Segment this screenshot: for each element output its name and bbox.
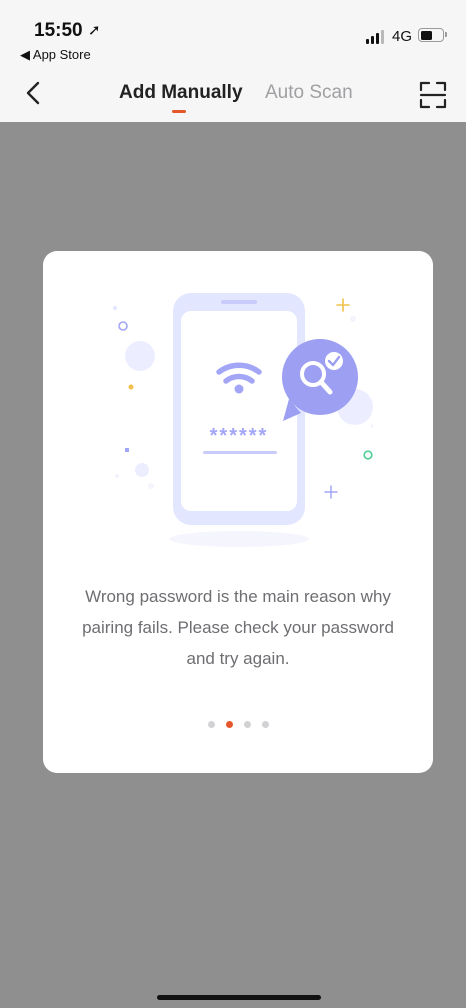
tab-auto-scan[interactable]: Auto Scan bbox=[265, 82, 353, 104]
page-dot[interactable] bbox=[207, 721, 215, 728]
signal-icon bbox=[366, 30, 384, 44]
page-indicator bbox=[43, 721, 433, 728]
nav-bar: Add Manually Auto Scan bbox=[0, 70, 466, 122]
password-mask: ****** bbox=[210, 425, 269, 447]
tip-message: Wrong password is the main reason why pa… bbox=[82, 587, 394, 668]
chevron-left-icon[interactable] bbox=[18, 78, 48, 108]
scan-frame-icon[interactable] bbox=[418, 80, 448, 110]
page-dot-active[interactable] bbox=[225, 721, 233, 728]
status-time: 15:50 bbox=[34, 20, 83, 41]
back-to-app-link[interactable]: ◀ App Store bbox=[20, 47, 91, 63]
page-dot[interactable] bbox=[261, 721, 269, 728]
page-dot[interactable] bbox=[243, 721, 251, 728]
pairing-illustration: ****** bbox=[113, 293, 373, 547]
tab-add-manually[interactable]: Add Manually bbox=[119, 82, 243, 104]
active-tab-indicator bbox=[172, 110, 186, 113]
status-bar: 15:50 ➚ ◀ App Store 4G bbox=[0, 0, 466, 70]
home-indicator[interactable] bbox=[157, 995, 321, 1000]
screen: 15:50 ➚ ◀ App Store 4G Add Manually Auto… bbox=[0, 0, 466, 1008]
location-arrow-icon: ➚ bbox=[88, 22, 101, 39]
tip-modal: ****** Wrong password is the main reason… bbox=[43, 251, 433, 773]
network-type: 4G bbox=[392, 28, 413, 45]
battery-icon bbox=[418, 28, 447, 42]
